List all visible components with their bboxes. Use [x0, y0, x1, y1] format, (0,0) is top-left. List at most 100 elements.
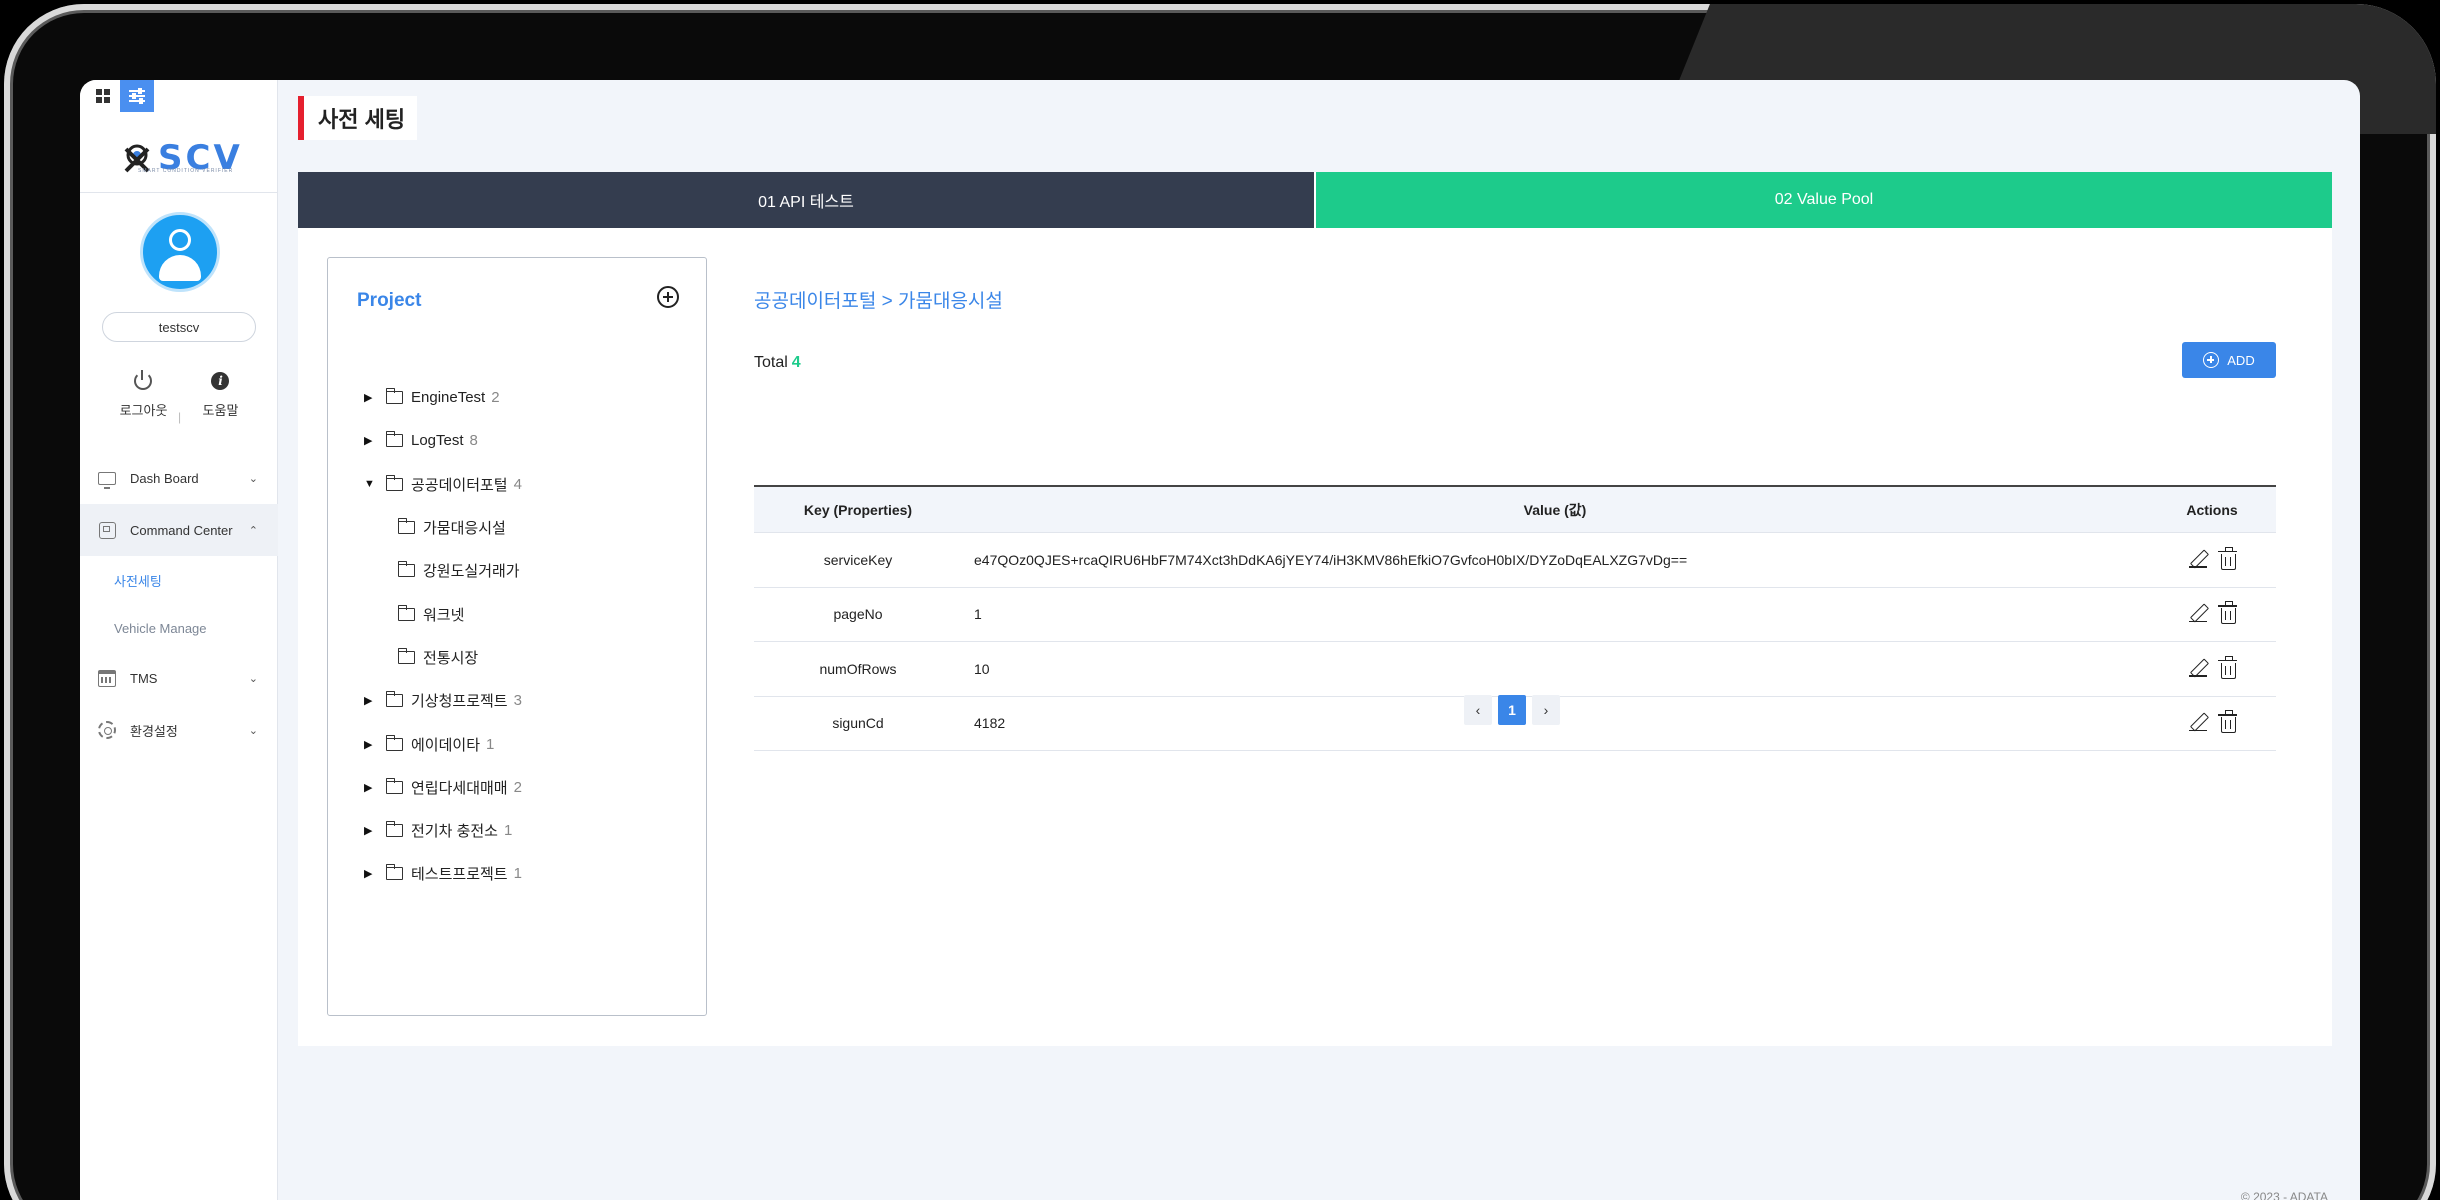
calendar-icon: [98, 669, 116, 687]
caret-right-icon[interactable]: ▶: [364, 781, 380, 794]
tree-item-worknet[interactable]: 워크넷: [364, 592, 522, 635]
breadcrumb: 공공데이터포털 > 가뭄대응시설: [754, 291, 1003, 312]
tree-item-drought-facility[interactable]: 가뭄대응시설: [364, 506, 522, 549]
tree-item-gangwon-transactions[interactable]: 강원도실거래가: [364, 549, 522, 592]
sidebar-subitem-vehicle-manage[interactable]: Vehicle Manage: [80, 604, 278, 652]
row-actions: [2148, 655, 2276, 679]
info-icon: i: [211, 372, 230, 390]
tree-item-label: 가뭄대응시설: [423, 520, 506, 538]
row-value: 10: [974, 660, 990, 677]
tree-folder-adata[interactable]: ▶ 에이데이타 1: [364, 722, 522, 765]
logout-label: 로그아웃: [119, 403, 168, 418]
monitor-icon: [98, 471, 116, 489]
add-project-icon[interactable]: [657, 286, 679, 308]
tree-folder-multi-family-sales[interactable]: ▶ 연립다세대매매 2: [364, 766, 522, 809]
tree-folder-test-project[interactable]: ▶ 테스트프로젝트 1: [364, 852, 522, 895]
tree-item-traditional-market[interactable]: 전통시장: [364, 636, 522, 679]
caret-right-icon[interactable]: ▶: [364, 434, 380, 447]
folder-icon: [385, 691, 403, 708]
row-key: sigunCd: [832, 715, 884, 732]
avatar-head: [169, 229, 191, 251]
row-actions: [2148, 601, 2276, 625]
caret-right-icon[interactable]: ▶: [364, 694, 380, 707]
tab-value-pool[interactable]: 02 Value Pool: [1314, 172, 2332, 228]
avatar-body: [159, 255, 201, 281]
tree-item-count: 2: [513, 778, 522, 796]
footer-copyright: © 2023 - ADATA: [2240, 1190, 2328, 1200]
page-1-button[interactable]: 1: [1498, 695, 1526, 725]
edit-icon[interactable]: [2188, 550, 2207, 568]
actions-separator: |: [178, 410, 182, 424]
folder-icon: [385, 777, 403, 794]
sidebar-item-dashboard[interactable]: Dash Board ⌄: [80, 452, 278, 504]
caret-right-icon[interactable]: ▶: [364, 391, 380, 404]
settings-view-button[interactable]: [120, 80, 154, 112]
folder-icon: [397, 561, 415, 578]
row-key: pageNo: [833, 606, 883, 623]
username-badge: testscv: [102, 312, 256, 342]
tree-item-label: 워크넷: [423, 606, 465, 624]
project-tree: ▶ EngineTest 2 ▶ LogTest 8 ▼ 공공데이터포털 4 가…: [364, 376, 522, 896]
project-tree-panel: Project ▶ EngineTest 2 ▶ LogTest 8 ▼ 공공데…: [327, 257, 707, 1016]
trash-icon[interactable]: [2217, 655, 2237, 679]
gear-icon: [98, 721, 116, 739]
caret-right-icon[interactable]: ▶: [364, 867, 380, 880]
row-value: 1: [974, 606, 982, 623]
row-actions: [2148, 710, 2276, 734]
tree-folder-public-data-portal[interactable]: ▼ 공공데이터포털 4: [364, 463, 522, 506]
sidebar-item-settings[interactable]: 환경설정 ⌄: [80, 704, 278, 756]
trash-icon[interactable]: [2217, 546, 2237, 570]
page-title: 사전 세팅: [318, 107, 406, 132]
tab-api-test[interactable]: 01 API 테스트: [298, 172, 1314, 228]
chevron-down-icon: ⌄: [248, 724, 258, 737]
trash-icon[interactable]: [2217, 601, 2237, 625]
tree-item-label: 기상청프로젝트: [411, 693, 508, 711]
caret-down-icon[interactable]: ▼: [364, 478, 380, 490]
tree-item-count: 1: [503, 822, 513, 840]
folder-icon: [397, 647, 415, 664]
chevron-up-icon: ⌃: [248, 524, 258, 537]
tree-item-label: 공공데이터포털: [411, 476, 508, 494]
edit-icon[interactable]: [2188, 659, 2207, 677]
sliders-icon: [129, 88, 145, 104]
caret-right-icon[interactable]: ▶: [364, 824, 380, 837]
logout-button[interactable]: 로그아웃: [119, 370, 168, 419]
folder-icon: [385, 388, 403, 405]
caret-right-icon[interactable]: ▶: [364, 738, 380, 751]
add-button[interactable]: ADD: [2182, 342, 2276, 378]
folder-icon: [385, 734, 403, 751]
help-button[interactable]: i 도움말: [203, 372, 238, 419]
edit-icon[interactable]: [2188, 604, 2207, 623]
grid-view-button[interactable]: [86, 80, 120, 112]
total-label: Total: [754, 354, 788, 371]
tree-item-label: 테스트프로젝트: [411, 866, 508, 884]
row-key: numOfRows: [819, 660, 897, 677]
avatar[interactable]: [140, 212, 220, 292]
device-frame: SCV SMART CONDITION VERIFIER testscv 로그아…: [0, 0, 2440, 1200]
sidebar-item-label: TMS: [130, 670, 158, 686]
total-count: Total 4: [754, 354, 801, 372]
folder-icon: [397, 604, 415, 621]
pagination: ‹ 1 ›: [1464, 695, 1560, 725]
add-button-label: ADD: [2227, 352, 2255, 368]
folder-icon: [397, 518, 415, 535]
tree-item-count: 1: [486, 735, 495, 753]
sidebar-item-command-center[interactable]: Command Center ⌃: [80, 504, 278, 556]
folder-icon: [385, 821, 403, 838]
trash-icon[interactable]: [2217, 710, 2237, 734]
tree-folder-weather-project[interactable]: ▶ 기상청프로젝트 3: [364, 679, 522, 722]
column-header-value: Value (값): [1523, 501, 1587, 518]
row-key: serviceKey: [823, 551, 893, 568]
edit-icon[interactable]: [2188, 713, 2207, 732]
row-actions: [2148, 546, 2276, 570]
sidebar-item-tms[interactable]: TMS ⌄: [80, 652, 278, 704]
next-page-button[interactable]: ›: [1532, 695, 1560, 725]
sidebar-subitem-presetting[interactable]: 사전세팅: [80, 556, 278, 604]
prev-page-button[interactable]: ‹: [1464, 695, 1492, 725]
tree-item-label: 강원도실거래가: [423, 563, 520, 581]
tree-folder-ev-charging[interactable]: ▶ 전기차 충전소 1: [364, 809, 522, 852]
table-row: serviceKey e47QOz0QJES+rcaQIRU6HbF7M74Xc…: [754, 533, 2276, 588]
tree-folder-logtest[interactable]: ▶ LogTest 8: [364, 419, 522, 462]
tree-folder-enginetest[interactable]: ▶ EngineTest 2: [364, 376, 522, 419]
folder-icon: [385, 431, 403, 448]
